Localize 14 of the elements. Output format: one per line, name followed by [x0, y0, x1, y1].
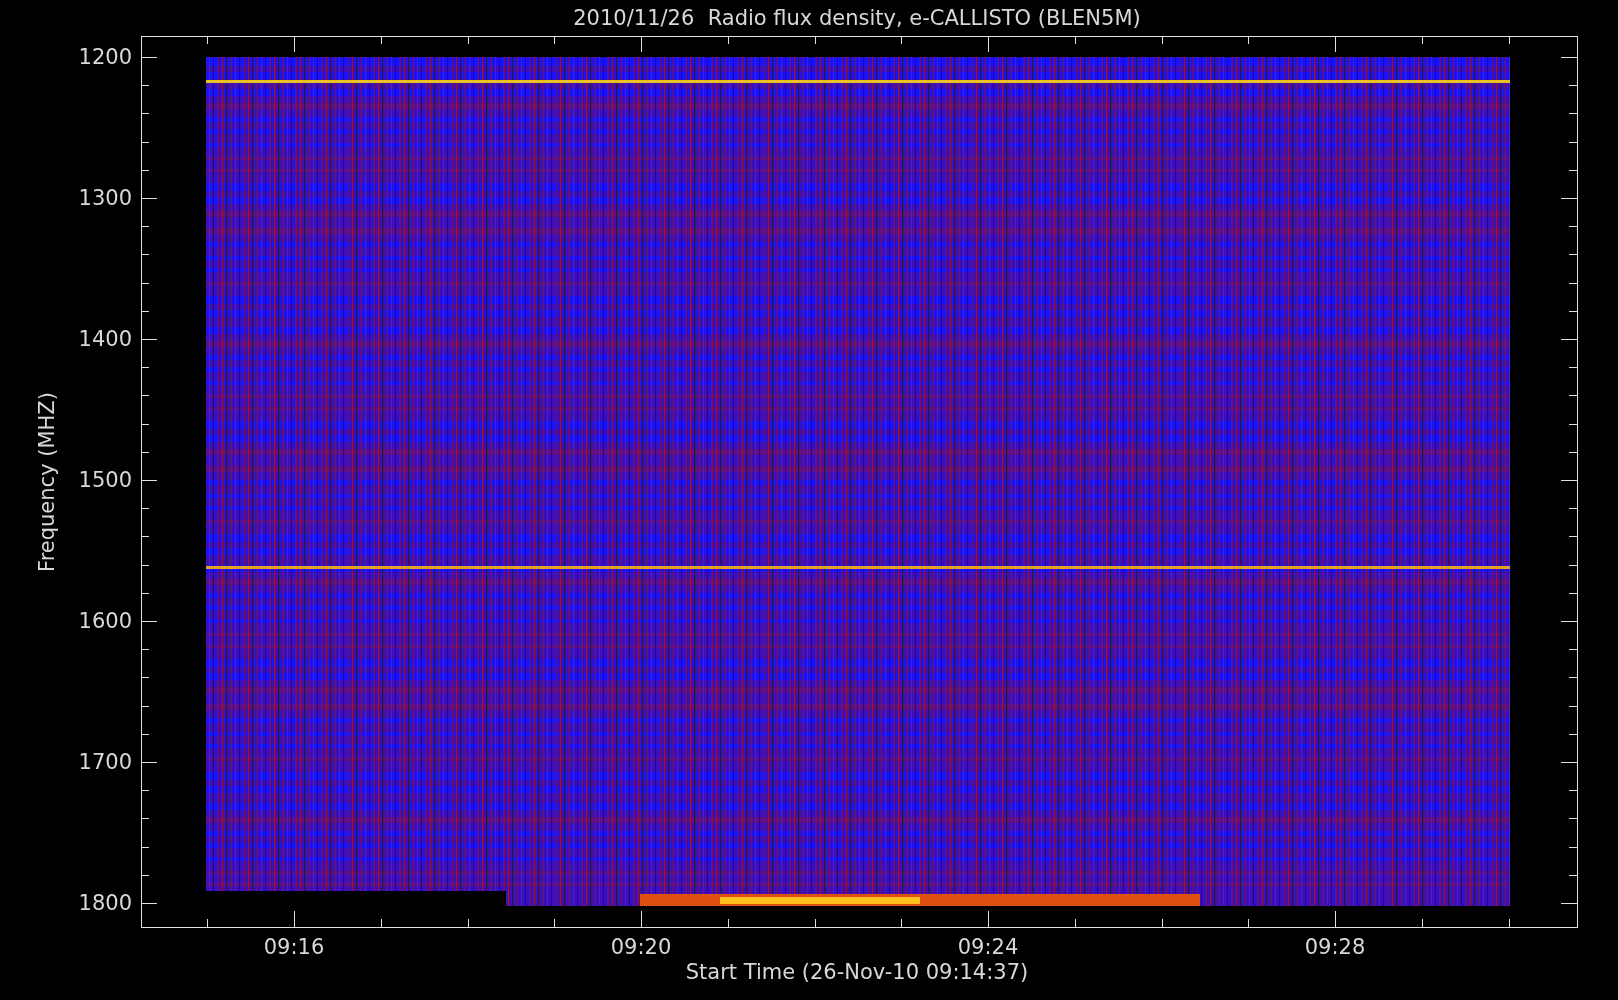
- y-tick-label: 1700: [78, 750, 132, 774]
- y-axis-title: Frequency (MHZ): [35, 392, 59, 572]
- y-tick-label: 1500: [78, 468, 132, 492]
- y-tick-label: 1200: [78, 45, 132, 69]
- chart-title: 2010/11/26 Radio flux density, e-CALLISTO (BLEN5M): [573, 6, 1141, 30]
- x-tick-label: 09:24: [957, 935, 1019, 959]
- y-tick-label: 1400: [78, 327, 132, 351]
- y-tick-label: 1600: [78, 609, 132, 633]
- y-tick-label: 1300: [78, 186, 132, 210]
- x-tick-label: 09:20: [610, 935, 672, 959]
- y-tick-label: 1800: [78, 891, 132, 915]
- x-tick-label: 09:16: [263, 935, 325, 959]
- x-axis-title: Start Time (26-Nov-10 09:14:37): [685, 960, 1029, 984]
- x-tick-label: 09:28: [1304, 935, 1366, 959]
